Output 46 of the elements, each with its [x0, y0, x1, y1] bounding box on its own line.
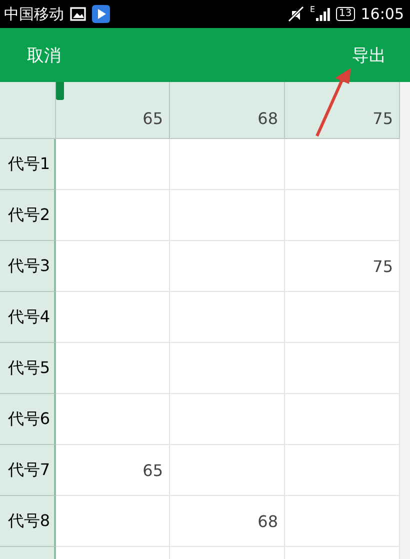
table-cell[interactable]: 65 [56, 445, 170, 496]
selection-handle-icon[interactable] [56, 82, 64, 100]
play-icon [92, 5, 110, 23]
table-cell[interactable] [170, 343, 285, 394]
table-cell[interactable] [170, 241, 285, 292]
table-cell[interactable] [285, 292, 400, 343]
table-cell[interactable] [56, 241, 170, 292]
table-cell[interactable] [56, 139, 170, 190]
row-header[interactable]: 代号5 [0, 343, 56, 394]
table-cell[interactable] [285, 139, 400, 190]
table-cell[interactable] [285, 445, 400, 496]
table-cell[interactable] [285, 343, 400, 394]
table-cell[interactable] [56, 190, 170, 241]
column-header[interactable]: 75 [285, 82, 400, 139]
clock-time: 16:05 [360, 5, 404, 23]
table-cell[interactable] [170, 190, 285, 241]
table-edge [400, 82, 410, 139]
corner-cell [0, 82, 56, 139]
row-header[interactable]: 代号3 [0, 241, 56, 292]
table-cell[interactable]: 68 [170, 496, 285, 547]
carrier-name: 中国移动 [4, 4, 64, 24]
table-cell[interactable] [285, 496, 400, 547]
table-cell[interactable] [170, 139, 285, 190]
table-cell[interactable] [56, 496, 170, 547]
table-cell[interactable] [56, 394, 170, 445]
table-cell[interactable] [56, 292, 170, 343]
row-header[interactable]: 代号6 [0, 394, 56, 445]
row-header[interactable]: 代号2 [0, 190, 56, 241]
column-header[interactable]: 65 [56, 82, 170, 139]
table-cell[interactable] [170, 292, 285, 343]
row-header[interactable]: 代号1 [0, 139, 56, 190]
signal-icon [316, 8, 330, 20]
table-cell[interactable] [285, 190, 400, 241]
battery-indicator: 13 [336, 7, 355, 21]
table-cell[interactable]: 75 [285, 241, 400, 292]
table-cell[interactable] [170, 445, 285, 496]
row-header[interactable]: 代号8 [0, 496, 56, 547]
column-header[interactable]: 68 [170, 82, 285, 139]
row-header[interactable]: 代号7 [0, 445, 56, 496]
image-icon [70, 7, 86, 21]
mute-icon [288, 6, 304, 22]
table-cell[interactable] [170, 394, 285, 445]
table-cell[interactable] [56, 343, 170, 394]
row-header[interactable]: 代号4 [0, 292, 56, 343]
network-type: E [310, 5, 316, 14]
table-cell[interactable] [285, 394, 400, 445]
